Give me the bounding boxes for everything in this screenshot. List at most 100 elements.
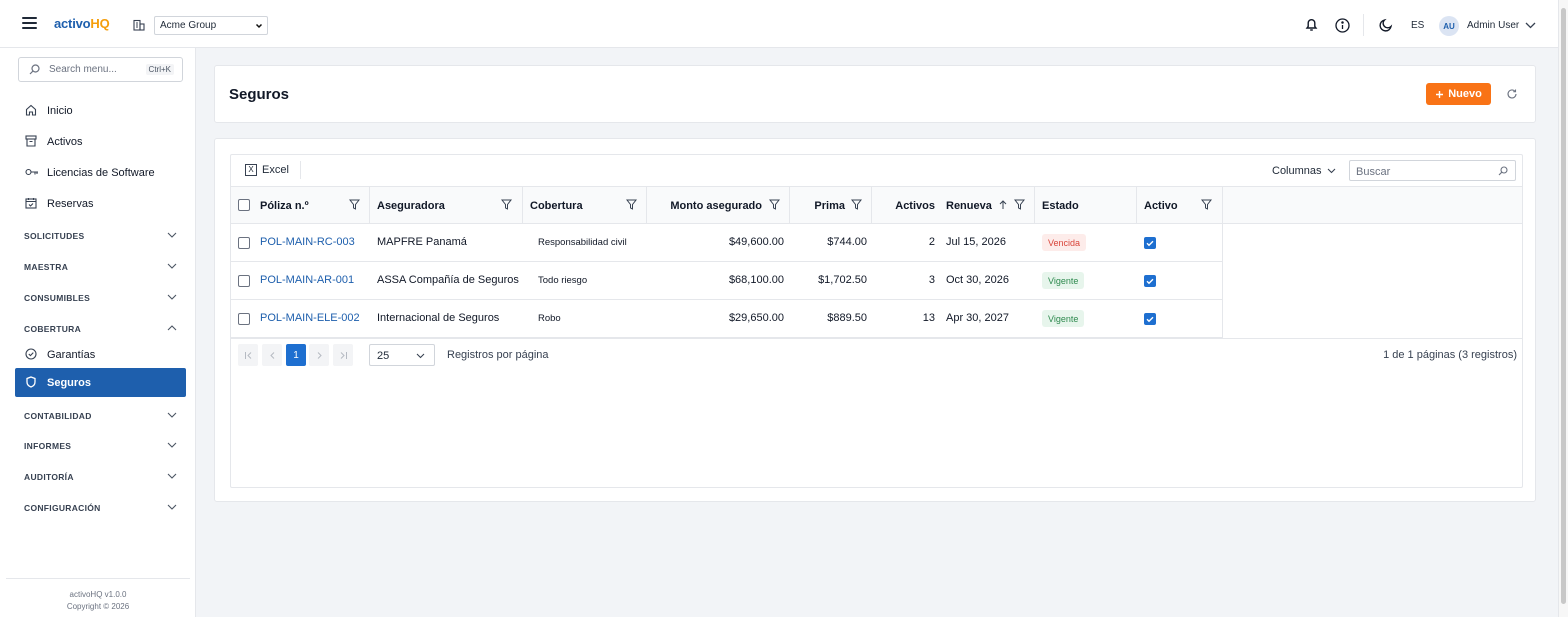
column-header-monto[interactable]: Monto asegurado <box>647 187 790 224</box>
sidebar-section-contabilidad[interactable]: CONTABILIDAD <box>15 407 186 427</box>
columns-chooser[interactable]: Columnas <box>1272 165 1336 177</box>
sidebar-item-label: Garantías <box>47 348 96 361</box>
sidebar-section-informes[interactable]: INFORMES <box>15 437 186 457</box>
refresh-icon[interactable] <box>1506 88 1518 100</box>
excel-export-button[interactable]: X Excel <box>245 164 289 176</box>
chevron-down-icon <box>167 504 177 510</box>
top-bar: activoHQ Acme Group ES AU Admin User <box>0 0 1558 48</box>
filter-icon[interactable] <box>769 199 780 210</box>
filter-icon[interactable] <box>626 199 637 210</box>
info-icon[interactable] <box>1335 18 1350 33</box>
policy-number-link[interactable]: POL-MAIN-RC-003 <box>260 236 355 248</box>
language-switch[interactable]: ES <box>1411 20 1424 31</box>
chevron-down-icon <box>416 353 425 359</box>
search-menu-input[interactable]: Search menu... Ctrl+K <box>18 57 183 82</box>
table-row[interactable]: POL-MAIN-RC-003 MAPFRE Panamá Responsabi… <box>231 224 1222 262</box>
chevron-down-icon <box>167 412 177 418</box>
column-header-aseguradora[interactable]: Aseguradora <box>370 187 523 224</box>
sidebar-section-auditoria[interactable]: AUDITORÍA <box>15 468 186 488</box>
grid-search-input[interactable]: Buscar <box>1349 160 1516 181</box>
moon-icon[interactable] <box>1379 18 1393 32</box>
filter-icon[interactable] <box>1201 199 1212 210</box>
first-page-icon[interactable] <box>238 344 258 366</box>
sidebar-item-seguros[interactable]: Seguros <box>15 368 186 397</box>
page-header-card: Seguros Nuevo <box>214 65 1536 123</box>
pagination-info: 1 de 1 páginas (3 registros) <box>1383 349 1517 361</box>
new-button[interactable]: Nuevo <box>1426 83 1491 105</box>
column-header-cobertura[interactable]: Cobertura <box>523 187 647 224</box>
sidebar-section-consumibles[interactable]: CONSUMIBLES <box>15 289 186 309</box>
column-header-estado[interactable]: Estado <box>1035 187 1137 224</box>
table-row[interactable]: POL-MAIN-AR-001 ASSA Compañía de Seguros… <box>231 262 1222 300</box>
columns-label: Columnas <box>1272 165 1322 177</box>
row-checkbox[interactable] <box>238 313 250 325</box>
data-grid: X Excel Columnas Buscar Póliza n.º Asegu… <box>230 154 1523 488</box>
column-header-activos[interactable]: Activos <box>872 187 941 224</box>
previous-page-icon[interactable] <box>262 344 282 366</box>
status-badge: Vencida <box>1042 234 1087 251</box>
sidebar-item-activos[interactable]: Activos <box>15 128 186 155</box>
page-size-select[interactable]: 25 <box>369 344 435 366</box>
sidebar-section-cobertura[interactable]: COBERTURA <box>15 320 186 340</box>
scrollbar-thumb[interactable] <box>1561 8 1566 604</box>
sidebar-section-configuracion[interactable]: CONFIGURACIÓN <box>15 499 186 519</box>
filter-icon[interactable] <box>851 199 862 210</box>
filter-icon[interactable] <box>1014 199 1025 210</box>
active-checkbox[interactable] <box>1144 313 1156 325</box>
sidebar-item-inicio[interactable]: Inicio <box>15 97 186 124</box>
user-name[interactable]: Admin User <box>1467 20 1519 31</box>
insured-amount-cell: $29,650.00 <box>728 312 784 324</box>
sidebar-item-label: Reservas <box>47 197 94 210</box>
bell-icon[interactable] <box>1305 17 1318 32</box>
chevron-down-icon <box>1327 168 1336 174</box>
last-page-icon[interactable] <box>333 344 353 366</box>
column-header-renueva[interactable]: Renueva <box>941 187 1035 224</box>
filter-icon[interactable] <box>349 199 360 210</box>
check-circle-icon <box>25 348 37 360</box>
status-badge: Vigente <box>1042 272 1085 289</box>
renewal-date-cell: Jul 15, 2026 <box>946 236 1006 248</box>
key-icon <box>25 166 39 178</box>
plus-icon <box>1435 90 1444 99</box>
sidebar-footer: activoHQ v1.0.0 Copyright © 2026 <box>6 578 190 613</box>
chevron-down-icon <box>167 442 177 448</box>
page-scrollbar[interactable] <box>1558 0 1568 617</box>
row-checkbox[interactable] <box>238 275 250 287</box>
divider <box>1363 14 1364 36</box>
grid-divider <box>1222 224 1223 338</box>
select-all-checkbox[interactable] <box>238 199 250 211</box>
filter-icon[interactable] <box>501 199 512 210</box>
active-checkbox[interactable] <box>1144 237 1156 249</box>
policy-number-link[interactable]: POL-MAIN-AR-001 <box>260 274 354 286</box>
menu-toggle-icon[interactable] <box>22 17 37 29</box>
next-page-icon[interactable] <box>309 344 329 366</box>
sort-ascending-icon[interactable] <box>999 200 1007 210</box>
sidebar-item-reservas[interactable]: Reservas <box>15 190 186 217</box>
row-checkbox[interactable] <box>238 237 250 249</box>
calendar-icon <box>25 197 37 209</box>
chevron-down-icon[interactable] <box>1525 22 1536 29</box>
company-select[interactable]: Acme Group <box>154 16 268 35</box>
new-button-label: Nuevo <box>1448 88 1482 100</box>
chevron-down-icon <box>255 22 263 30</box>
sidebar-item-garantias[interactable]: Garantías <box>15 341 186 368</box>
coverage-cell: Todo riesgo <box>538 275 588 286</box>
sidebar-item-licencias[interactable]: Licencias de Software <box>15 159 186 186</box>
active-checkbox[interactable] <box>1144 275 1156 287</box>
sidebar-item-label: Activos <box>47 135 83 148</box>
column-header-prima[interactable]: Prima <box>790 187 872 224</box>
avatar[interactable]: AU <box>1439 16 1459 36</box>
table-row[interactable]: POL-MAIN-ELE-002 Internacional de Seguro… <box>231 300 1222 338</box>
page-number-button[interactable]: 1 <box>286 344 306 366</box>
column-header-poliza[interactable]: Póliza n.º <box>231 187 370 224</box>
sidebar-section-maestra[interactable]: MAESTRA <box>15 258 186 278</box>
sidebar-section-solicitudes[interactable]: SOLICITUDES <box>15 227 186 247</box>
app-logo[interactable]: activoHQ <box>54 16 110 31</box>
shield-icon <box>25 376 37 388</box>
page-title: Seguros <box>229 86 290 103</box>
insured-amount-cell: $49,600.00 <box>728 236 784 248</box>
column-header-activo[interactable]: Activo <box>1137 187 1223 224</box>
policy-number-link[interactable]: POL-MAIN-ELE-002 <box>260 312 360 324</box>
page-size-value: 25 <box>377 350 390 362</box>
sidebar: Search menu... Ctrl+K Inicio Activos Lic… <box>0 48 196 617</box>
